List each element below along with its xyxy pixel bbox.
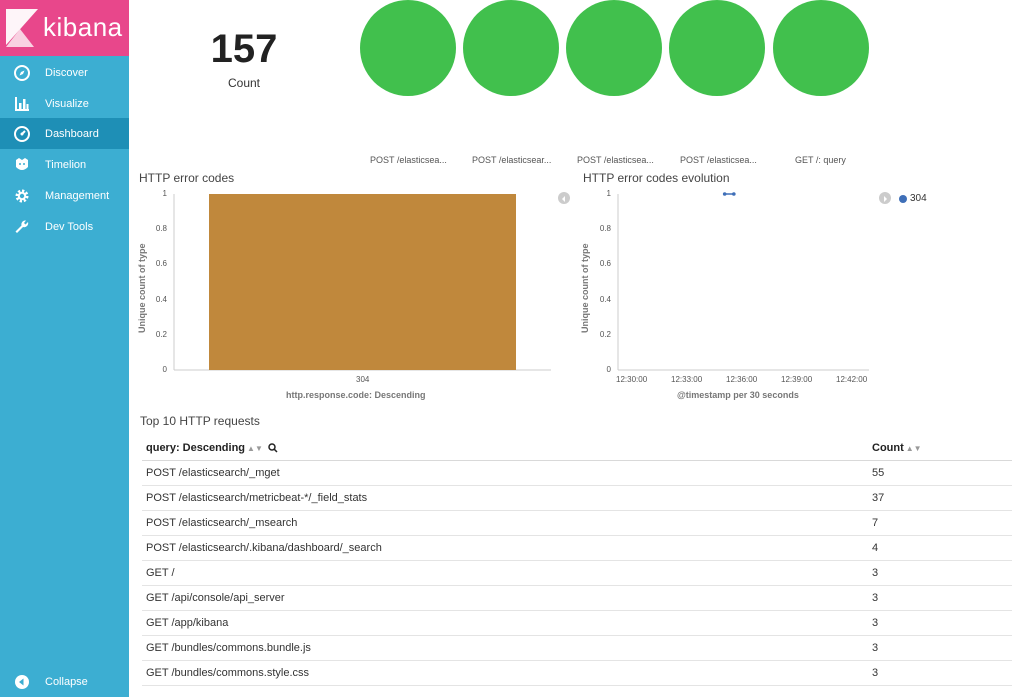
x-tick-label: 12:39:00 bbox=[781, 375, 813, 384]
sidebar-item-discover[interactable]: Discover bbox=[0, 57, 129, 88]
query-cell[interactable]: GET / bbox=[142, 567, 872, 579]
sidebar-item-dev-tools[interactable]: Dev Tools bbox=[0, 211, 129, 242]
bar-chart bbox=[173, 194, 551, 371]
sort-icon[interactable]: ▲▼ bbox=[247, 444, 263, 453]
table-body: POST /elasticsearch/_mget 55 POST /elastic… bbox=[142, 461, 1012, 686]
query-cell[interactable]: GET /bundles/commons.style.css bbox=[142, 667, 872, 679]
count-cell: 7 bbox=[872, 517, 879, 529]
x-tick-label: 12:36:00 bbox=[726, 375, 758, 384]
table-row: POST /elasticsearch/.kibana/dashboard/_s… bbox=[142, 536, 1012, 561]
sidebar-item-management[interactable]: Management bbox=[0, 180, 129, 211]
count-cell: 3 bbox=[872, 667, 879, 679]
table-row: POST /elasticsearch/_msearch 7 bbox=[142, 511, 1012, 536]
table-row: POST /elasticsearch/metricbeat-*/_field_… bbox=[142, 486, 1012, 511]
query-cell[interactable]: GET /api/console/api_server bbox=[142, 592, 872, 604]
collapse-label: Collapse bbox=[45, 675, 88, 688]
table-row: GET /bundles/commons.style.css 3 bbox=[142, 661, 1012, 686]
dashboard-icon bbox=[14, 125, 30, 142]
sidebar-item-timelion[interactable]: Timelion bbox=[0, 149, 129, 180]
sidebar-item-label: Timelion bbox=[45, 158, 87, 171]
sidebar-item-dashboard[interactable]: Dashboard bbox=[0, 118, 129, 149]
x-tick-label: 12:33:00 bbox=[671, 375, 703, 384]
count-cell: 37 bbox=[872, 492, 885, 504]
logo-text: kibana bbox=[43, 12, 123, 42]
dashboard-main: 157 Count POST /elasticsea... POST /elas… bbox=[129, 0, 1024, 697]
line-chart bbox=[617, 192, 869, 371]
series-point-304[interactable] bbox=[732, 192, 736, 196]
query-cell[interactable]: GET /app/kibana bbox=[142, 617, 872, 629]
sidebar-item-label: Dashboard bbox=[45, 127, 99, 140]
query-cell[interactable]: POST /elasticsearch/_msearch bbox=[142, 517, 872, 529]
search-icon[interactable] bbox=[268, 443, 278, 453]
x-tick-label: 12:42:00 bbox=[836, 375, 868, 384]
bar-304[interactable] bbox=[209, 194, 516, 370]
legend-label: 304 bbox=[910, 193, 927, 204]
x-tick-label: 12:30:00 bbox=[616, 375, 648, 384]
chevron-left-circle-icon bbox=[14, 674, 30, 690]
count-cell: 4 bbox=[872, 542, 879, 554]
wrench-icon bbox=[14, 219, 30, 235]
kibana-logo-icon bbox=[6, 9, 38, 47]
table-row: GET /bundles/commons.bundle.js 3 bbox=[142, 636, 1012, 661]
sort-icon[interactable]: ▲▼ bbox=[906, 444, 922, 453]
sidebar-item-label: Dev Tools bbox=[45, 220, 94, 233]
kibana-logo[interactable]: kibana bbox=[0, 0, 129, 56]
table-row: GET /3 bbox=[142, 561, 1012, 586]
table-row: POST /elasticsearch/_mget 55 bbox=[142, 461, 1012, 486]
sidebar: kibana Discover Visualize Dashboard Time… bbox=[0, 0, 129, 697]
sidebar-item-label: Discover bbox=[45, 66, 88, 79]
gear-icon bbox=[14, 188, 30, 204]
timelion-icon bbox=[14, 157, 30, 173]
count-cell: 3 bbox=[872, 567, 879, 579]
table-title: Top 10 HTTP requests bbox=[140, 414, 260, 428]
series-point-304[interactable] bbox=[722, 192, 727, 196]
count-cell: 3 bbox=[872, 592, 879, 604]
count-cell: 3 bbox=[872, 642, 879, 654]
query-cell[interactable]: POST /elasticsearch/metricbeat-*/_field_… bbox=[142, 492, 872, 504]
count-cell: 3 bbox=[872, 617, 879, 629]
sidebar-item-label: Management bbox=[45, 189, 110, 202]
sidebar-item-visualize[interactable]: Visualize bbox=[0, 88, 129, 119]
table-header: query: Descending ▲▼ Count ▲▼ bbox=[142, 436, 1012, 461]
x-axis-title: http.response.code: Descending bbox=[286, 390, 426, 400]
x-tick-label: 304 bbox=[356, 375, 370, 384]
sidebar-item-label: Visualize bbox=[45, 97, 89, 110]
compass-icon bbox=[14, 64, 30, 81]
column-header-query[interactable]: query: Descending ▲▼ bbox=[142, 442, 872, 454]
bar-chart-icon bbox=[14, 96, 30, 112]
query-cell[interactable]: GET /bundles/commons.bundle.js bbox=[142, 642, 872, 654]
column-header-count[interactable]: Count ▲▼ bbox=[872, 442, 1012, 454]
legend-item-304[interactable]: 304 bbox=[899, 193, 927, 204]
top-requests-table: query: Descending ▲▼ Count ▲▼ POST /elasti… bbox=[142, 436, 1012, 686]
table-row: GET /app/kibana 3 bbox=[142, 611, 1012, 636]
table-row: GET /api/console/api_server 3 bbox=[142, 586, 1012, 611]
collapse-button[interactable]: Collapse bbox=[0, 666, 129, 697]
query-cell[interactable]: POST /elasticsearch/.kibana/dashboard/_s… bbox=[142, 542, 872, 554]
x-axis-title: @timestamp per 30 seconds bbox=[677, 390, 799, 400]
legend-dot bbox=[899, 194, 907, 203]
count-cell: 55 bbox=[872, 467, 885, 479]
query-cell[interactable]: POST /elasticsearch/_mget bbox=[142, 467, 872, 479]
